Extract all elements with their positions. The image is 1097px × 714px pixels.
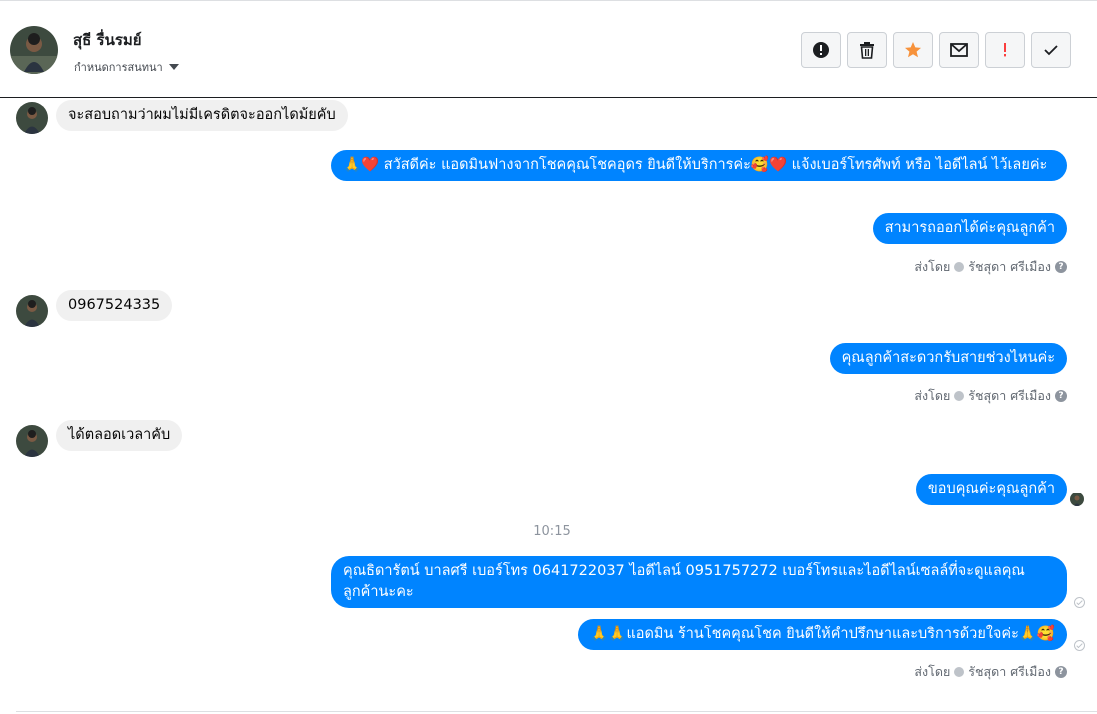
customer-avatar[interactable] (16, 425, 48, 457)
sent-by-prefix: ส่งโดย (914, 259, 951, 274)
star-icon (905, 42, 921, 58)
sent-by-label: ส่งโดย รัชสุดา ศรีเมือง ? (914, 257, 1067, 277)
contact-avatar[interactable] (10, 26, 58, 74)
check-icon (1044, 45, 1058, 56)
customer-avatar[interactable] (16, 102, 48, 134)
message-bubble[interactable]: ขอบคุณค่ะคุณลูกค้า (915, 474, 1067, 505)
sent-by-label: ส่งโดย รัชสุดา ศรีเมือง ? (914, 386, 1067, 406)
sent-by-prefix: ส่งโดย (914, 388, 951, 403)
message-bubble[interactable]: คุณธิดารัตน์ บาลศรี เบอร์โทร 0641722037 … (331, 556, 1067, 608)
sent-check-icon (1074, 597, 1085, 608)
check-circle-icon (954, 391, 965, 401)
seen-avatar (1070, 492, 1084, 506)
message-bubble[interactable]: สามารถออกได้ค่ะคุณลูกค้า (872, 213, 1067, 244)
exclamation-icon (1004, 43, 1006, 57)
sent-by-label: ส่งโดย รัชสุดา ศรีเมือง ? (914, 662, 1067, 682)
alert-circle-icon (813, 42, 829, 58)
header-actions (801, 32, 1071, 68)
conversation-header: สุธี รื่นรมย์ กำหนดการสนทนา (0, 1, 1097, 98)
envelope-icon (950, 43, 968, 57)
check-circle-icon (954, 262, 965, 272)
message-bubble[interactable]: ได้ตลอดเวลาคับ (56, 420, 183, 451)
message-bubble[interactable]: 🙏🙏แอดมิน ร้านโชคคุณโชค ยินดีให้คำปรึกษาแ… (578, 619, 1067, 650)
help-icon[interactable]: ? (1055, 390, 1067, 402)
delete-button[interactable] (847, 32, 887, 68)
message-bubble[interactable]: คุณลูกค้าสะดวกรับสายช่วงไหนค่ะ (829, 343, 1067, 374)
report-button[interactable] (801, 32, 841, 68)
message-bubble[interactable]: 🙏❤️ สวัสดีค่ะ แอดมินฟางจากโชคคุณโชคอุดร … (331, 150, 1067, 181)
star-button[interactable] (893, 32, 933, 68)
caret-down-icon (168, 64, 179, 70)
sent-by-prefix: ส่งโดย (914, 664, 951, 679)
bottom-divider (16, 711, 1097, 712)
check-circle-icon (954, 667, 965, 677)
spam-button[interactable] (985, 32, 1025, 68)
help-icon[interactable]: ? (1055, 261, 1067, 273)
message-bubble[interactable]: 0967524335 (56, 290, 173, 321)
contact-name[interactable]: สุธี รื่นรมย์ (73, 28, 142, 52)
agent-name: รัชสุดา ศรีเมือง (968, 664, 1051, 679)
conversation-menu[interactable]: กำหนดการสนทนา (74, 58, 179, 76)
message-bubble[interactable]: จะสอบถามว่าผมไม่มีเครดิตจะออกไดม้ยคับ (56, 100, 348, 131)
sent-check-icon (1074, 640, 1085, 651)
customer-avatar[interactable] (16, 295, 48, 327)
mark-unread-button[interactable] (939, 32, 979, 68)
agent-name: รัชสุดา ศรีเมือง (968, 388, 1051, 403)
help-icon[interactable]: ? (1055, 666, 1067, 678)
agent-name: รัชสุดา ศรีเมือง (968, 259, 1051, 274)
timestamp: 10:15 (533, 524, 571, 539)
conversation-menu-label: กำหนดการสนทนา (74, 61, 163, 74)
done-button[interactable] (1031, 32, 1071, 68)
trash-icon (860, 42, 874, 59)
